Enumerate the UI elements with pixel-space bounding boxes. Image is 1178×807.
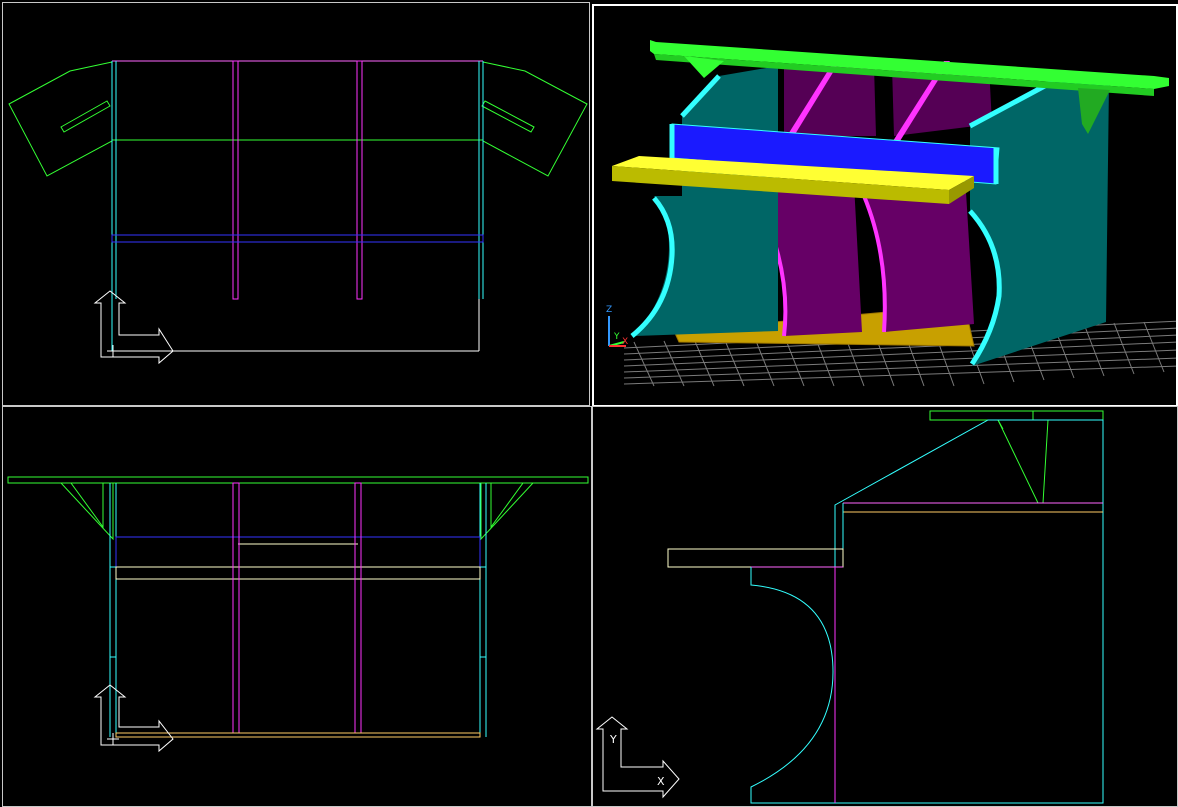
perspective-view-drawing: Z Y X	[606, 40, 1176, 387]
ucs-icon	[93, 684, 174, 753]
right-wing-slot	[481, 100, 535, 133]
left-wing-slot	[60, 100, 111, 133]
right-wing-outline	[482, 61, 588, 177]
axis-x-label: X	[657, 775, 665, 788]
axis-y-label: Y	[613, 332, 620, 342]
ucs-icon	[595, 716, 680, 799]
axis-y-label: Y	[609, 733, 617, 746]
ucs-icon-3d: Z Y X	[606, 305, 628, 347]
side-view-drawing: Y X	[595, 410, 1104, 804]
side-profile-outline	[750, 419, 1104, 804]
top-view-drawing	[8, 60, 588, 365]
axis-x-label: X	[622, 337, 628, 347]
axis-z-label: Z	[606, 305, 612, 315]
left-wing-outline	[8, 61, 113, 177]
front-view-drawing	[7, 476, 589, 753]
viewport-front[interactable]	[2, 406, 592, 807]
viewport-perspective[interactable]: Z Y X	[592, 4, 1178, 407]
viewport-side[interactable]: Y X	[592, 406, 1178, 807]
ucs-icon	[93, 290, 174, 365]
viewport-top[interactable]	[2, 2, 590, 406]
